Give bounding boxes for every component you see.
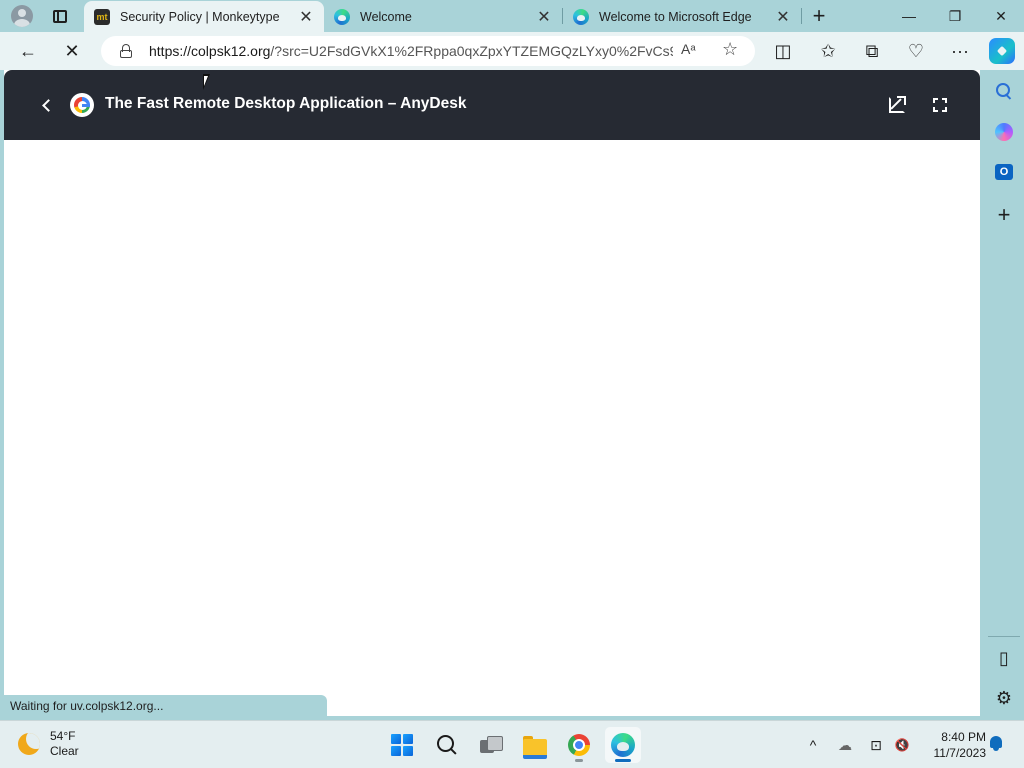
search-icon [437,735,457,755]
open-external-icon [889,96,906,113]
folder-icon [523,735,547,759]
address-bar[interactable]: https://colpsk12.org/?src=U2FsdGVkX1%2FR… [101,36,755,66]
minimize-button[interactable]: — [886,0,932,32]
tab-title: Welcome to Microsoft Edge [599,9,752,24]
edge-icon [573,8,589,25]
url-host: https://colpsk12.org [149,43,271,59]
close-tab-icon[interactable]: ✕ [298,9,314,26]
network-icon[interactable]: ⊡ [864,733,888,757]
lock-icon[interactable] [119,44,133,58]
back-button[interactable]: ← [13,37,43,65]
onedrive-icon[interactable]: ☁ [833,733,857,757]
sidebar-divider [988,636,1020,637]
monkeytype-icon: mt [94,8,110,25]
running-indicator [575,759,583,762]
tab-separator [801,8,802,24]
edge-icon [334,8,350,25]
clock-time: 8:40 PM [941,730,986,744]
tab-welcome[interactable]: Welcome ✕ [324,1,562,32]
edge-taskbar-button[interactable] [605,727,641,763]
open-in-new-window-button[interactable] [884,92,910,118]
browser-toolbar: ← ✕ https://colpsk12.org/?src=U2FsdGVkX1… [0,32,1024,70]
weather-temp: 54°F [50,729,76,743]
tab-security-policy[interactable]: mt Security Policy | Monkeytype ✕ [84,1,324,32]
sidebar-search[interactable] [989,76,1019,106]
tab-actions-icon [53,9,67,23]
chrome-taskbar-button[interactable] [561,727,597,763]
clock[interactable]: 8:40 PM 11/7/2023 [918,729,987,761]
new-tab-button[interactable]: + [806,3,832,28]
start-button[interactable] [384,727,420,763]
task-view-icon [480,736,503,754]
avatar-icon [11,5,33,27]
browser-essentials-button[interactable]: ♡ [901,37,931,65]
viewer-title: The Fast Remote Desktop Application – An… [105,95,467,112]
url-text[interactable]: https://colpsk12.org/?src=U2FsdGVkX1%2FR… [149,43,673,59]
weather-condition: Clear [50,744,79,758]
chrome-icon [568,734,590,756]
viewer-header: The Fast Remote Desktop Application – An… [4,70,980,140]
favorites-button[interactable]: ✩ [813,37,843,65]
weather-widget[interactable]: 54°F Clear [18,729,79,759]
status-bar: Waiting for uv.colpsk12.org... [4,695,327,716]
copilot-icon [995,123,1013,141]
read-aloud-icon[interactable]: Aᵃ [681,41,696,57]
close-tab-icon[interactable]: ✕ [536,9,552,26]
edge-sidebar: O + ▯ ⚙ [984,70,1024,718]
taskbar-search-button[interactable] [429,727,465,763]
show-hidden-icons-button[interactable]: ^ [801,733,825,757]
profile-button[interactable] [8,3,36,29]
outlook-icon: O [995,164,1013,180]
chevron-left-icon [41,98,55,112]
moon-icon [18,733,40,755]
tab-title: Welcome [360,9,412,24]
tab-actions-button[interactable] [46,4,74,28]
settings-more-button[interactable]: ··· [945,37,975,65]
fullscreen-icon [933,98,947,112]
windows-icon [391,734,413,756]
taskbar: 54°F Clear ^ ☁ ⊡ 🔇 8:40 PM 11/7/2023 [0,720,1024,768]
viewer-back-button[interactable] [34,92,58,118]
mouse-cursor-icon [203,74,210,90]
close-window-button[interactable]: ✕ [978,0,1024,32]
close-tab-icon[interactable]: ✕ [775,9,791,26]
running-indicator [615,759,631,762]
tab-title: Security Policy | Monkeytype [120,9,280,24]
google-icon [70,93,94,117]
edge-icon [611,733,635,757]
sidebar-add[interactable]: + [989,200,1019,230]
restore-button[interactable]: ❐ [932,0,978,32]
notification-bell-icon[interactable] [988,735,1004,753]
file-explorer-button[interactable] [517,727,553,763]
hide-sidebar-button[interactable]: ▯ [989,643,1019,673]
stop-loading-button[interactable]: ✕ [57,37,87,65]
search-icon [996,83,1012,99]
clock-date: 11/7/2023 [933,746,987,760]
add-favorite-icon[interactable]: ☆ [722,39,738,60]
url-path: /?src=U2FsdGVkX1%2FRppa0qxZpxYTZEMGQzLYx… [270,43,673,59]
tab-strip: mt Security Policy | Monkeytype ✕ Welcom… [0,0,1024,32]
copilot-icon[interactable] [989,38,1015,64]
viewer-body[interactable] [4,140,980,716]
split-screen-button[interactable]: ◫ [768,37,798,65]
task-view-button[interactable] [473,727,509,763]
tab-welcome-edge[interactable]: Welcome to Microsoft Edge ✕ [563,1,801,32]
page-content: The Fast Remote Desktop Application – An… [4,70,980,716]
volume-muted-icon[interactable]: 🔇 [890,733,914,757]
sidebar-settings-button[interactable]: ⚙ [989,683,1019,713]
sidebar-outlook[interactable]: O [989,157,1019,187]
fullscreen-button[interactable] [927,92,953,118]
collections-button[interactable]: ⧉ [857,37,887,65]
sidebar-copilot[interactable] [989,117,1019,147]
